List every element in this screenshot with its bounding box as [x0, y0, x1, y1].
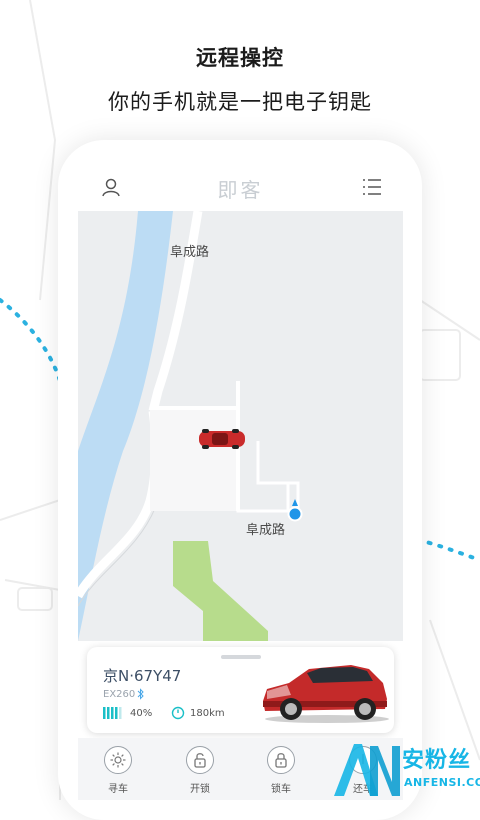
drag-handle[interactable]: [221, 655, 261, 659]
range-gauge-icon: [171, 706, 185, 720]
battery-percent: 40%: [130, 707, 153, 719]
list-menu-icon[interactable]: [361, 176, 383, 198]
lock-icon: [275, 753, 287, 768]
car-marker-icon[interactable]: [196, 426, 248, 452]
battery-icon: [103, 707, 122, 719]
map-view[interactable]: 阜成路 阜成路: [78, 211, 403, 641]
license-plate: 京N·67Y47: [103, 667, 182, 685]
lock-button[interactable]: 锁车: [251, 746, 311, 795]
user-location-icon: [287, 499, 303, 522]
car-photo: [263, 665, 389, 723]
find-car-circle: [104, 746, 132, 774]
watermark-cn: 安粉丝: [402, 748, 472, 773]
find-car-label: 寻车: [108, 784, 128, 795]
lock-circle: [267, 746, 295, 774]
range-km: 180km: [190, 707, 225, 719]
road-label-top: 阜成路: [170, 245, 210, 260]
vehicle-card[interactable]: 京N·67Y47 EX260 40% 180km: [87, 647, 394, 733]
app-title: 即客: [217, 178, 264, 202]
unlock-label: 开锁: [190, 784, 210, 795]
page-title: 远程操控: [196, 46, 284, 70]
sun-icon: [110, 752, 126, 768]
road-label-bottom: 阜成路: [246, 523, 286, 538]
vehicle-model: EX260: [103, 689, 136, 700]
page-subtitle: 你的手机就是一把电子钥匙: [108, 90, 372, 114]
bluetooth-icon: [137, 688, 144, 700]
site-watermark: 安粉丝 ANFENSI.COM: [330, 738, 480, 800]
unlock-button[interactable]: 开锁: [170, 746, 230, 795]
unlock-icon: [194, 753, 206, 768]
unlock-circle: [186, 746, 214, 774]
range-info: 180km: [171, 706, 225, 720]
battery-level: 40%: [103, 707, 152, 719]
an-logo-icon: [334, 744, 400, 796]
lock-label: 锁车: [271, 784, 291, 795]
find-car-button[interactable]: 寻车: [88, 746, 148, 795]
app-header: 即客: [78, 168, 403, 208]
watermark-en: ANFENSI.COM: [404, 776, 480, 789]
